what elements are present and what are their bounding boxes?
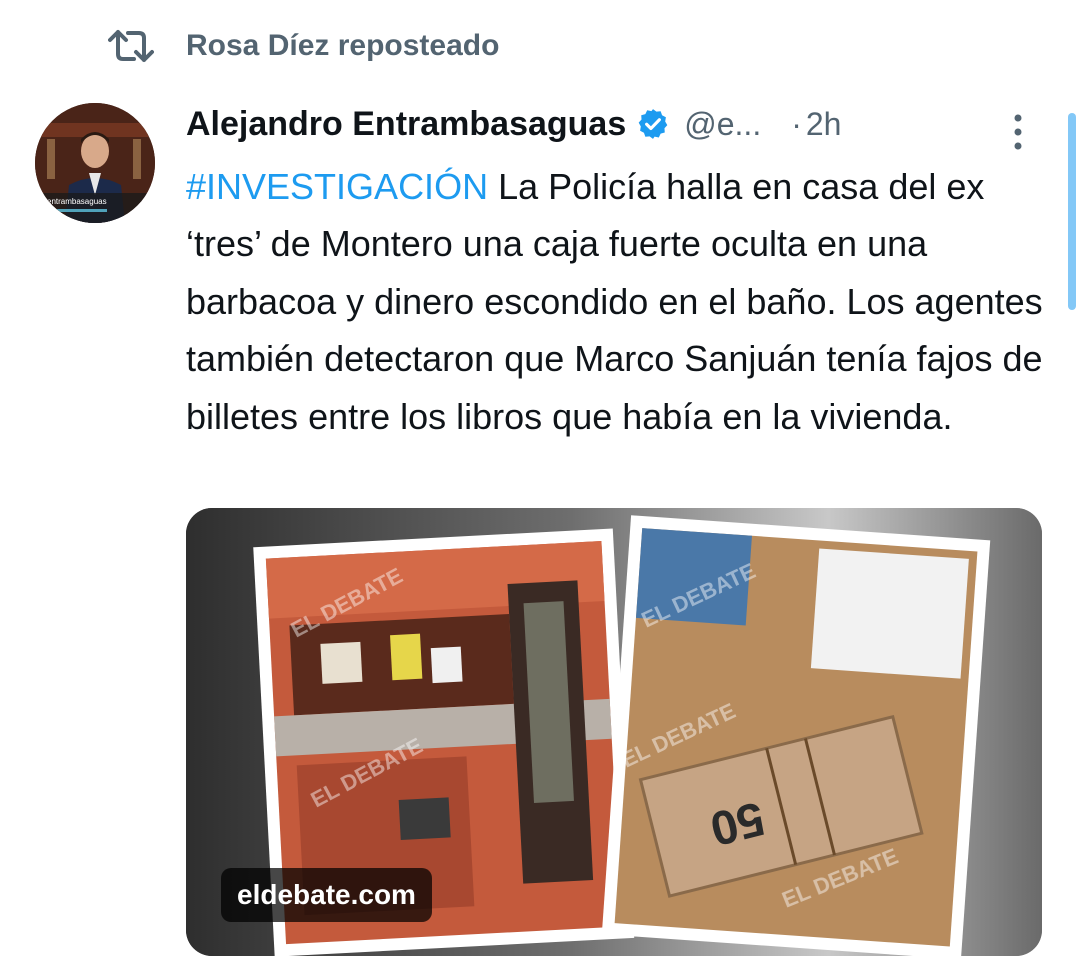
hashtag-link[interactable]: #INVESTIGACIÓN [186, 166, 488, 207]
tweet-text: #INVESTIGACIÓN La Policía halla en casa … [186, 158, 1056, 445]
scrollbar[interactable] [1068, 113, 1076, 310]
avatar-caption: entrambasaguas [47, 197, 107, 206]
tweet-media[interactable]: 50 EL DEBATE EL DEBATE EL DEBATE EL DEBA… [186, 508, 1042, 956]
author-handle[interactable]: @e... [684, 106, 761, 143]
tweet-header: Alejandro Entrambasaguas @e... · 2h [186, 98, 1046, 150]
avatar[interactable]: entrambasaguas [35, 103, 155, 223]
repost-icon [108, 26, 154, 66]
tweet-timestamp[interactable]: 2h [806, 106, 842, 143]
repost-label[interactable]: Rosa Díez reposteado [186, 29, 499, 63]
media-source-label[interactable]: eldebate.com [221, 868, 432, 922]
author-name[interactable]: Alejandro Entrambasaguas [186, 105, 626, 144]
more-options-icon[interactable] [1006, 112, 1030, 152]
repost-header: Rosa Díez reposteado [108, 26, 499, 66]
verified-badge-icon [636, 107, 670, 141]
separator-dot: · [791, 105, 802, 142]
